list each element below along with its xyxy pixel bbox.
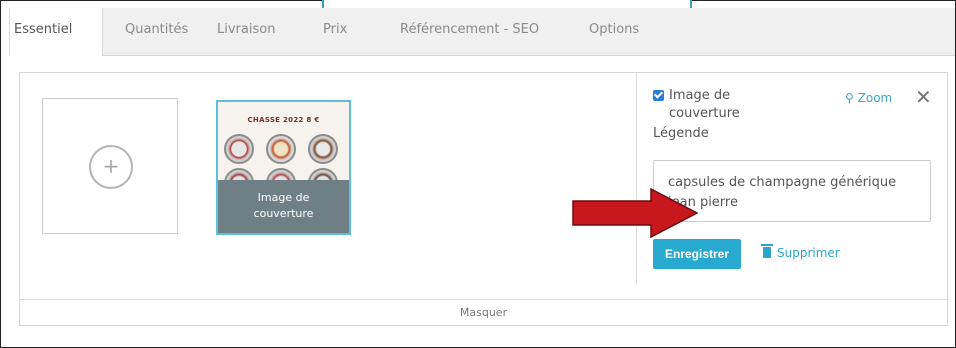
add-image-button[interactable]: + <box>42 98 178 234</box>
annotation-arrow <box>572 187 699 239</box>
delete-label: Supprimer <box>777 246 840 260</box>
zoom-link[interactable]: ⚲ Zoom <box>845 91 892 105</box>
image-thumbnail[interactable]: CHASSE 2022 8 € Image de couverture <box>216 100 351 235</box>
tab-options[interactable]: Options <box>589 8 639 55</box>
tab-referencement-seo[interactable]: Référencement - SEO <box>400 8 539 55</box>
trash-icon <box>761 244 773 258</box>
panel-divider <box>636 73 637 285</box>
tab-prix[interactable]: Prix <box>323 8 347 55</box>
zoom-icon: ⚲ <box>845 91 854 105</box>
capsule-image <box>224 134 254 164</box>
cover-caption: Image de couverture <box>218 180 349 233</box>
tab-livraison[interactable]: Livraison <box>217 8 275 55</box>
capsule-image <box>266 134 296 164</box>
tab-essentiel[interactable]: Essentiel <box>9 8 103 56</box>
delete-button[interactable]: Supprimer <box>761 244 840 260</box>
cover-caption-line: Image de <box>257 191 310 204</box>
thumbnail-title: CHASSE 2022 8 € <box>247 116 320 124</box>
cover-checkbox[interactable] <box>653 90 664 101</box>
tab-quantites[interactable]: Quantités <box>125 8 188 55</box>
image-panel: + CHASSE 2022 8 € Image de couverture Im… <box>19 72 948 326</box>
cover-caption-line: couverture <box>253 207 314 220</box>
close-icon[interactable]: ✕ <box>915 85 932 109</box>
plus-icon: + <box>89 145 133 189</box>
save-button[interactable]: Enregistrer <box>653 239 741 269</box>
zoom-label: Zoom <box>857 91 893 105</box>
cover-checkbox-label: Image de couverture <box>669 88 740 121</box>
hide-button[interactable]: Masquer <box>20 299 947 326</box>
capsule-image <box>308 134 338 164</box>
tab-bar: Essentiel Quantités Livraison Prix Référ… <box>9 8 955 56</box>
legend-label: Légende <box>653 126 709 141</box>
